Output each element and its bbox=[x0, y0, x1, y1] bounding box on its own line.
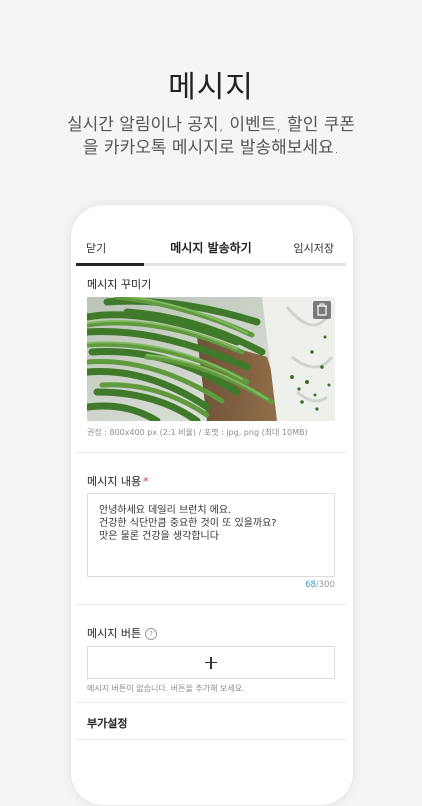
green-beans-photo-icon bbox=[87, 297, 335, 421]
section-divider bbox=[76, 702, 346, 703]
section-divider bbox=[76, 452, 346, 453]
delete-image-button[interactable] bbox=[313, 301, 331, 319]
section-divider bbox=[76, 739, 346, 740]
phone-screen: 닫기 메시지 발송하기 임시저장 메시지 꾸미기 권장: 800x400 px… bbox=[76, 228, 346, 750]
character-counter: 68/300 bbox=[305, 580, 335, 590]
buttons-empty-hint: 메시지 버튼이 없습니다. 버튼을 추가해 보세요. bbox=[87, 684, 245, 693]
content-section-label: 메시지 내용 * bbox=[87, 473, 149, 489]
save-draft-button[interactable]: 임시저장 bbox=[294, 240, 334, 256]
image-size-hint: 권장 : 800x400 px (2:1 비율) / 포맷 : jpg, png… bbox=[87, 428, 308, 437]
top-bar: 닫기 메시지 발송하기 임시저장 bbox=[76, 228, 346, 264]
message-line-2: 건강한 식단만큼 중요한 것이 또 있을까요? bbox=[99, 518, 277, 529]
message-line-1: 안녕하세요 데일리 브런치 에요. bbox=[99, 505, 232, 516]
character-count-max: /300 bbox=[315, 580, 335, 590]
decorate-section-label: 메시지 꾸미기 bbox=[87, 278, 152, 291]
section-divider bbox=[76, 604, 346, 605]
content-label-text: 메시지 내용 bbox=[87, 475, 142, 488]
hero-subtitle-line-1: 실시간 알림이나 공지, 이벤트, 할인 쿠폰 bbox=[66, 115, 356, 135]
hero-subtitle: 실시간 알림이나 공지, 이벤트, 할인 쿠폰 을 카카오톡 메시지로 발송해보… bbox=[0, 114, 422, 160]
required-mark: * bbox=[143, 475, 149, 488]
message-line-3: 맛은 물론 건강을 생각합니다 bbox=[99, 531, 219, 542]
hero-subtitle-line-2: 을 카카오톡 메시지로 발송해보세요. bbox=[82, 138, 340, 158]
add-button-button[interactable] bbox=[87, 646, 335, 679]
hero-title: 메시지 bbox=[168, 70, 254, 105]
character-count-current: 68 bbox=[305, 580, 316, 590]
message-content-textarea[interactable]: 안녕하세요 데일리 브런치 에요. 건강한 식단만큼 중요한 것이 또 있을까요… bbox=[87, 493, 335, 577]
progress-bar bbox=[76, 263, 346, 266]
message-image[interactable] bbox=[87, 297, 335, 421]
progress-fill bbox=[76, 263, 144, 266]
buttons-section-label: 메시지 버튼? bbox=[87, 625, 158, 641]
trash-icon bbox=[317, 303, 327, 316]
help-icon[interactable]: ? bbox=[145, 628, 158, 640]
buttons-label-text: 메시지 버튼 bbox=[87, 627, 142, 640]
extra-settings-label[interactable]: 부가설정 bbox=[87, 715, 127, 731]
